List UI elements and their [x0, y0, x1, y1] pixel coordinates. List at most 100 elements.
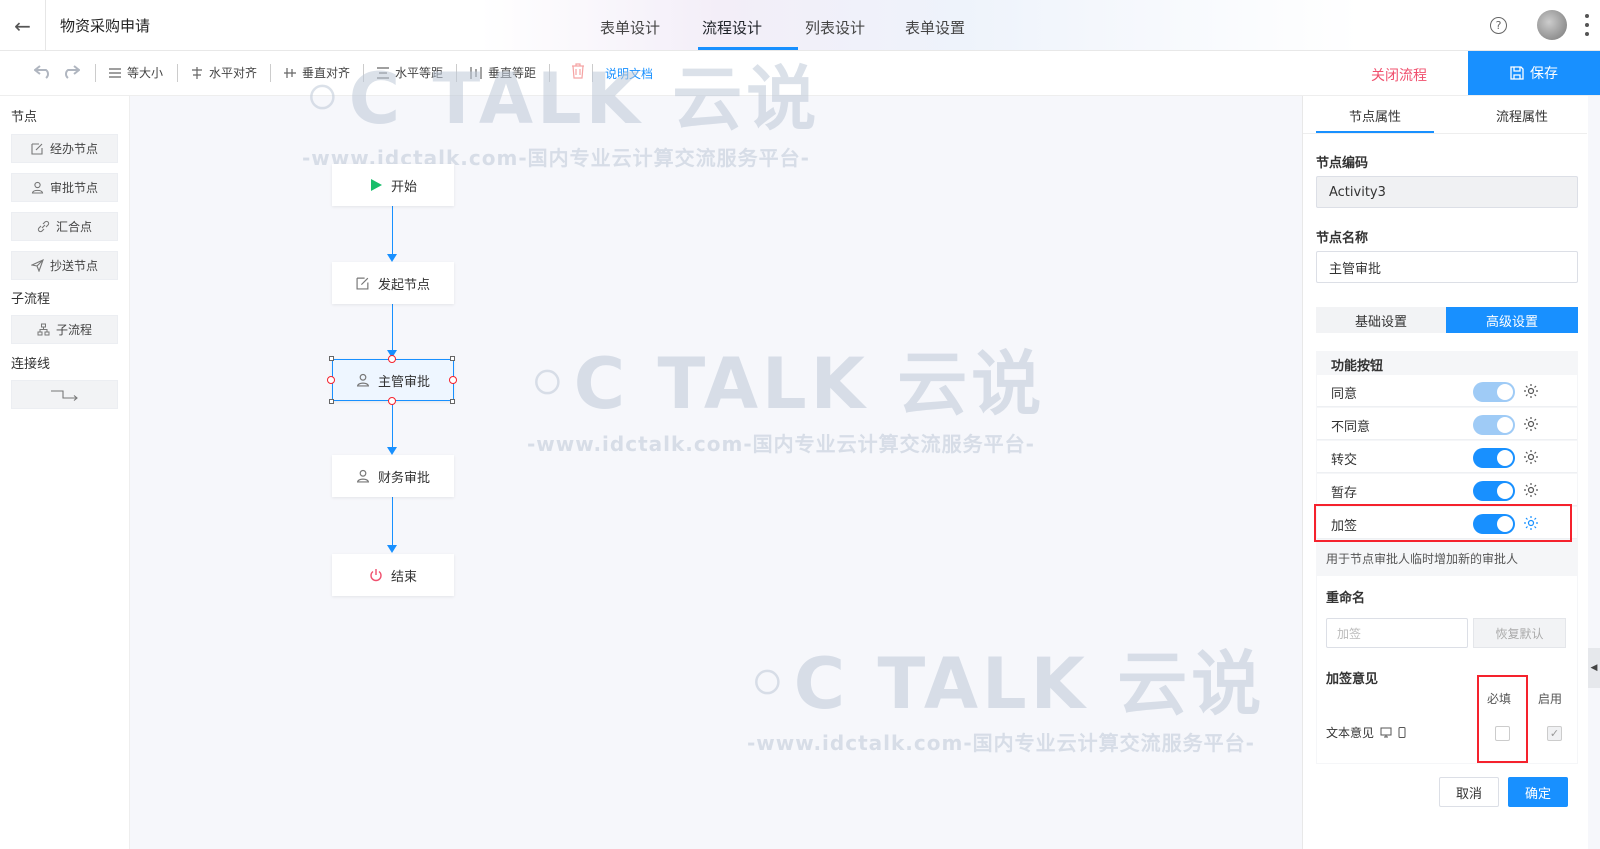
flow-node-finance-approval[interactable]: 财务审批: [332, 455, 454, 497]
rename-title: 重命名: [1326, 591, 1366, 606]
divider: [1303, 133, 1587, 134]
function-toggle[interactable]: [1473, 448, 1515, 468]
segment-advanced-settings[interactable]: 高级设置: [1446, 307, 1578, 333]
vertical-spacing-button[interactable]: 垂直等距: [469, 64, 536, 81]
toolbar-divider: [549, 64, 550, 82]
node-label: 开始: [390, 179, 417, 195]
tab-flow-design[interactable]: 流程设计: [702, 17, 762, 38]
tab-list-design[interactable]: 列表设计: [805, 17, 865, 38]
segment-basic-settings[interactable]: 基础设置: [1316, 307, 1446, 333]
horizontal-align-button[interactable]: 水平对齐: [190, 64, 257, 81]
docs-link[interactable]: 说明文档: [605, 65, 653, 82]
palette-section-connector: 连接线: [11, 357, 51, 372]
function-toggle[interactable]: [1473, 481, 1515, 501]
help-icon[interactable]: ?: [1490, 17, 1507, 34]
resize-handle[interactable]: [329, 399, 334, 404]
enabled-checkbox[interactable]: ✓: [1547, 726, 1562, 741]
rename-input[interactable]: 加签: [1326, 618, 1468, 648]
connect-handle-top[interactable]: [388, 355, 396, 363]
toolbar-divider: [95, 64, 96, 82]
flow-connector[interactable]: [392, 205, 393, 255]
function-name: 不同意: [1331, 420, 1371, 435]
tab-form-settings[interactable]: 表单设置: [905, 17, 965, 38]
node-name-field[interactable]: 主管审批: [1316, 251, 1578, 283]
add-signer-opinion-title: 加签意见: [1326, 672, 1379, 687]
power-icon: [370, 569, 382, 582]
palette-item-handle-node[interactable]: 经办节点: [11, 134, 118, 163]
user-icon: [31, 181, 44, 194]
function-description: 用于节点审批人临时增加新的审批人: [1326, 552, 1519, 566]
function-name: 转交: [1331, 453, 1358, 468]
same-size-button[interactable]: 等大小: [108, 64, 163, 81]
vertical-spacing-icon: [470, 66, 482, 79]
flow-connector[interactable]: [392, 497, 393, 546]
redo-icon[interactable]: [62, 63, 81, 83]
tab-flow-properties[interactable]: 流程属性: [1496, 106, 1548, 125]
function-toggle[interactable]: [1473, 415, 1515, 435]
tab-form-design[interactable]: 表单设计: [600, 17, 660, 38]
palette-item-label: 审批节点: [49, 181, 98, 195]
avatar[interactable]: [1537, 10, 1567, 40]
toolbar-divider: [270, 64, 271, 82]
ok-button[interactable]: 确定: [1508, 777, 1568, 807]
resize-handle[interactable]: [450, 356, 455, 361]
more-vertical-icon[interactable]: [1584, 14, 1590, 36]
connector-line-icon: [50, 390, 78, 401]
flow-connector[interactable]: [392, 401, 393, 448]
gear-icon[interactable]: [1523, 416, 1539, 432]
flow-node-start[interactable]: 开始: [332, 164, 454, 206]
resize-handle[interactable]: [450, 399, 455, 404]
desktop-icon: [1380, 727, 1392, 738]
function-row-approve: 同意: [1317, 375, 1577, 407]
horizontal-spacing-button[interactable]: 水平等距: [376, 64, 443, 81]
flow-connector[interactable]: [392, 303, 393, 351]
palette-item-merge-point[interactable]: 汇合点: [11, 212, 118, 241]
toolbar-divider: [363, 64, 364, 82]
palette-item-label: 抄送节点: [49, 259, 98, 273]
save-button[interactable]: 保存: [1468, 51, 1600, 95]
node-label: 主管审批: [377, 374, 430, 390]
palette-item-cc-node[interactable]: 抄送节点: [11, 251, 118, 280]
function-toggle[interactable]: [1473, 382, 1515, 402]
node-name-label: 节点名称: [1316, 231, 1369, 246]
resize-handle[interactable]: [329, 356, 334, 361]
function-name: 同意: [1331, 387, 1358, 402]
horizontal-spacing-label: 水平等距: [395, 66, 444, 80]
flow-node-end[interactable]: 结束: [332, 554, 454, 596]
tab-node-properties[interactable]: 节点属性: [1349, 106, 1401, 125]
function-buttons-title: 功能按钮: [1331, 359, 1384, 374]
palette-section-subflow: 子流程: [11, 292, 51, 307]
panel-collapse-handle[interactable]: ◀: [1588, 648, 1600, 688]
flow-node-initiate[interactable]: 发起节点: [332, 262, 454, 304]
delete-icon[interactable]: [571, 63, 585, 83]
close-flow-button[interactable]: 关闭流程: [1371, 65, 1427, 85]
node-label: 财务审批: [377, 470, 430, 486]
palette-item-approval-node[interactable]: 审批节点: [11, 173, 118, 202]
node-label: 发起节点: [377, 277, 430, 293]
restore-default-button[interactable]: 恢复默认: [1473, 618, 1566, 648]
link-icon: [37, 220, 50, 233]
connect-handle-right[interactable]: [449, 376, 457, 384]
connect-handle-bottom[interactable]: [388, 397, 396, 405]
cancel-button[interactable]: 取消: [1439, 777, 1499, 807]
flow-canvas[interactable]: [130, 96, 1302, 849]
palette-item-connector[interactable]: [11, 380, 118, 409]
flow-node-manager-approval[interactable]: 主管审批: [332, 359, 454, 401]
function-row-reject: 不同意: [1317, 408, 1577, 440]
play-icon: [370, 179, 382, 191]
back-arrow-icon[interactable]: ←: [0, 0, 46, 51]
mobile-icon: [1398, 727, 1406, 738]
gear-icon[interactable]: [1523, 482, 1539, 498]
text-opinion-row: 文本意见: [1326, 724, 1406, 741]
gear-icon[interactable]: [1523, 449, 1539, 465]
connect-handle-left[interactable]: [327, 376, 335, 384]
palette-item-subflow[interactable]: 子流程: [11, 315, 118, 344]
undo-icon[interactable]: [33, 63, 52, 83]
function-name: 暂存: [1331, 486, 1358, 501]
gear-icon[interactable]: [1523, 383, 1539, 399]
horizontal-align-icon: [192, 66, 202, 79]
vertical-align-button[interactable]: 垂直对齐: [283, 64, 350, 81]
horizontal-spacing-icon: [377, 66, 389, 79]
annotation-highlight: [1314, 504, 1572, 542]
active-tab-indicator: [698, 47, 798, 50]
